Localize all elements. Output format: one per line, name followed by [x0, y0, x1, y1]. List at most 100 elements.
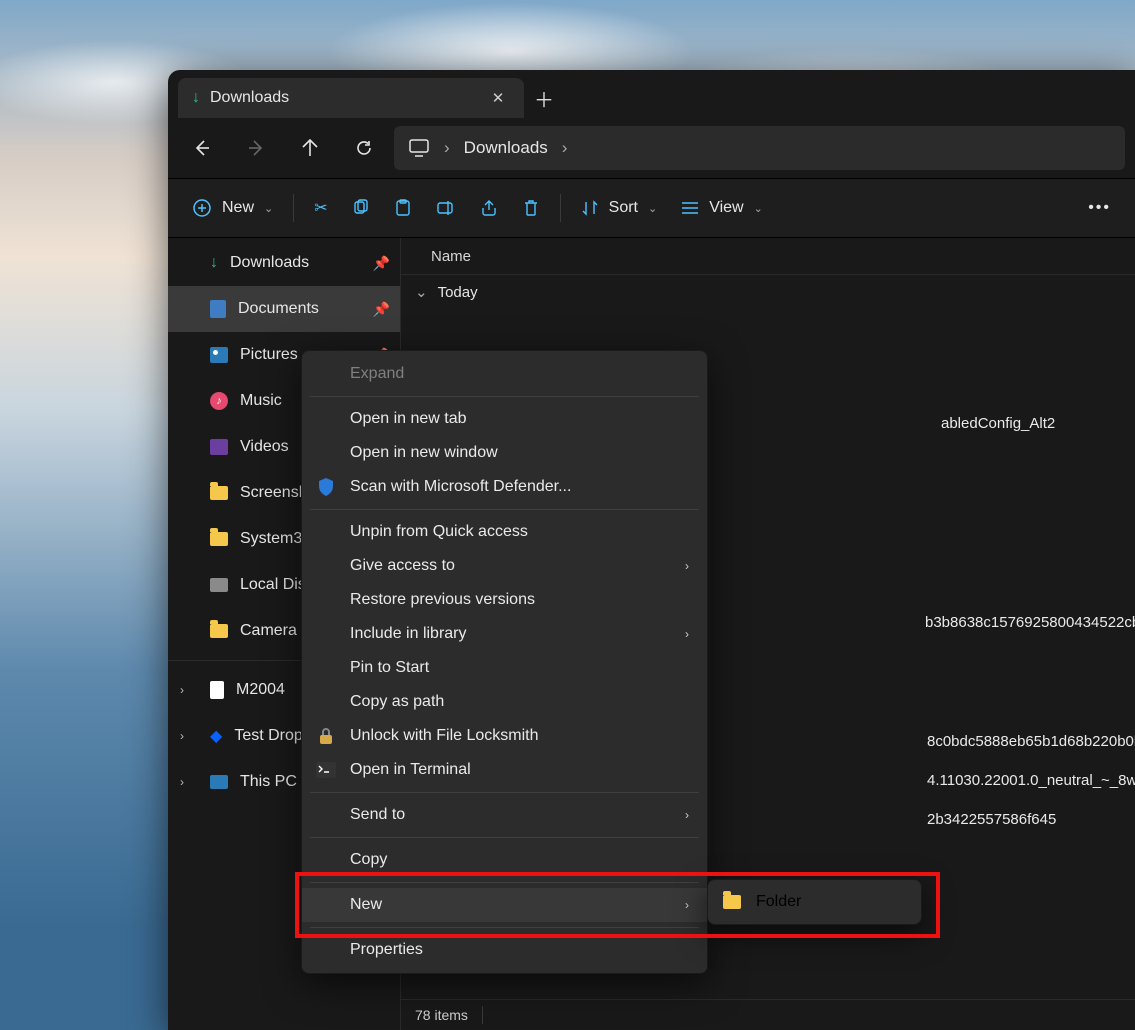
refresh-button[interactable]	[340, 126, 388, 170]
lock-icon	[316, 727, 336, 745]
download-icon: ↓	[192, 89, 200, 107]
command-bar: New ⌄ ✂ Sort ⌄ View ⌄ •••	[168, 178, 1135, 238]
context-item-send-to[interactable]: Send to›	[302, 798, 707, 832]
context-item-label: Open in new window	[350, 444, 498, 462]
chevron-right-icon: ›	[685, 559, 689, 573]
group-label: Today	[438, 284, 478, 301]
sidebar-label: Pictures	[240, 346, 298, 364]
context-item-copy-as-path[interactable]: Copy as path	[302, 685, 707, 719]
address-bar[interactable]: › Downloads ›	[394, 126, 1125, 170]
sidebar-label: Videos	[240, 438, 289, 456]
chevron-right-icon[interactable]: ›	[180, 683, 184, 697]
music-icon: ♪	[210, 392, 228, 410]
copy-button[interactable]	[342, 189, 380, 227]
context-item-label: Copy	[350, 851, 387, 869]
sort-button[interactable]: Sort ⌄	[571, 189, 668, 227]
context-item-unpin-from-quick-access[interactable]: Unpin from Quick access	[302, 515, 707, 549]
more-icon: •••	[1088, 199, 1111, 217]
chevron-right-icon: ›	[685, 627, 689, 641]
context-item-pin-to-start[interactable]: Pin to Start	[302, 651, 707, 685]
chevron-down-icon: ⌄	[264, 202, 273, 215]
file-icon	[210, 681, 224, 699]
submenu-item-folder[interactable]: Folder	[708, 884, 921, 920]
delete-button[interactable]	[512, 189, 550, 227]
context-item-open-in-terminal[interactable]: Open in Terminal	[302, 753, 707, 787]
sort-label: Sort	[609, 199, 638, 217]
context-item-restore-previous-versions[interactable]: Restore previous versions	[302, 583, 707, 617]
forward-button[interactable]	[232, 126, 280, 170]
back-button[interactable]	[178, 126, 226, 170]
new-button[interactable]: New ⌄	[182, 189, 283, 227]
sidebar-label: Music	[240, 392, 282, 410]
chevron-down-icon: ⌄	[415, 283, 428, 301]
chevron-right-icon[interactable]: ›	[180, 729, 184, 743]
context-item-scan-with-microsoft-defender-[interactable]: Scan with Microsoft Defender...	[302, 470, 707, 504]
context-menu-separator	[310, 927, 699, 928]
terminal-icon	[316, 762, 336, 778]
cut-button[interactable]: ✂	[304, 189, 337, 227]
context-item-open-in-new-tab[interactable]: Open in new tab	[302, 402, 707, 436]
shield-icon	[316, 477, 336, 497]
view-icon	[681, 201, 699, 215]
new-label: New	[222, 199, 254, 217]
more-button[interactable]: •••	[1078, 189, 1121, 227]
sidebar-label: This PC	[240, 773, 297, 791]
context-menu-separator	[310, 837, 699, 838]
rename-button[interactable]	[426, 189, 466, 227]
sort-icon	[581, 199, 599, 217]
pin-icon[interactable]: 📌	[373, 255, 390, 272]
sidebar-label: M2004	[236, 681, 285, 699]
paste-icon	[394, 199, 412, 217]
submenu-label: Folder	[756, 893, 801, 911]
tab-title: Downloads	[210, 89, 289, 107]
context-item-open-in-new-window[interactable]: Open in new window	[302, 436, 707, 470]
breadcrumb-location[interactable]: Downloads	[464, 138, 548, 158]
pictures-icon	[210, 347, 228, 363]
view-button[interactable]: View ⌄	[671, 189, 773, 227]
status-bar: 78 items	[401, 999, 1135, 1030]
chevron-down-icon: ⌄	[754, 202, 763, 215]
context-submenu-new: Folder	[707, 879, 922, 925]
toolbar-divider	[560, 194, 561, 222]
context-item-give-access-to[interactable]: Give access to ›	[302, 549, 707, 583]
chevron-right-icon: ›	[562, 138, 568, 158]
new-tab-button[interactable]: ＋	[524, 78, 564, 118]
sidebar-label: Documents	[238, 300, 319, 318]
status-divider	[482, 1006, 483, 1024]
desktop-wallpaper: ↓ Downloads ✕ ＋ › Downloads	[0, 0, 1135, 1030]
tab-downloads[interactable]: ↓ Downloads ✕	[178, 78, 524, 118]
item-count: 78 items	[415, 1007, 468, 1023]
sidebar-item-downloads[interactable]: ↓Downloads📌	[168, 240, 400, 286]
context-item-label: Give access to	[350, 557, 455, 575]
context-item-unlock-with-file-locksmith[interactable]: Unlock with File Locksmith	[302, 719, 707, 753]
view-label: View	[709, 199, 743, 217]
folder-icon	[210, 624, 228, 638]
up-button[interactable]	[286, 126, 334, 170]
context-item-label: Copy as path	[350, 693, 444, 711]
column-header-name[interactable]: Name	[401, 238, 1135, 275]
folder-icon	[210, 486, 228, 500]
context-item-label: Unlock with File Locksmith	[350, 727, 539, 745]
context-item-label: New	[350, 896, 382, 914]
context-menu-separator	[310, 509, 699, 510]
context-menu-separator	[310, 882, 699, 883]
copy-icon	[352, 199, 370, 217]
context-item-properties[interactable]: Properties	[302, 933, 707, 967]
videos-icon	[210, 439, 228, 455]
chevron-right-icon[interactable]: ›	[180, 775, 184, 789]
context-item-label: Open in Terminal	[350, 761, 471, 779]
group-header-today[interactable]: ⌄ Today	[401, 275, 1135, 309]
sidebar-item-documents[interactable]: Documents 📌	[168, 286, 400, 332]
share-button[interactable]	[470, 189, 508, 227]
paste-button[interactable]	[384, 189, 422, 227]
monitor-icon	[408, 138, 430, 158]
share-icon	[480, 199, 498, 217]
context-item-new[interactable]: New›	[302, 888, 707, 922]
pin-icon[interactable]: 📌	[373, 301, 390, 318]
tab-close-button[interactable]: ✕	[484, 84, 512, 112]
pc-icon	[210, 775, 228, 789]
chevron-right-icon: ›	[685, 808, 689, 822]
chevron-right-icon: ›	[444, 138, 450, 158]
context-item-include-in-library[interactable]: Include in library›	[302, 617, 707, 651]
context-item-copy[interactable]: Copy	[302, 843, 707, 877]
